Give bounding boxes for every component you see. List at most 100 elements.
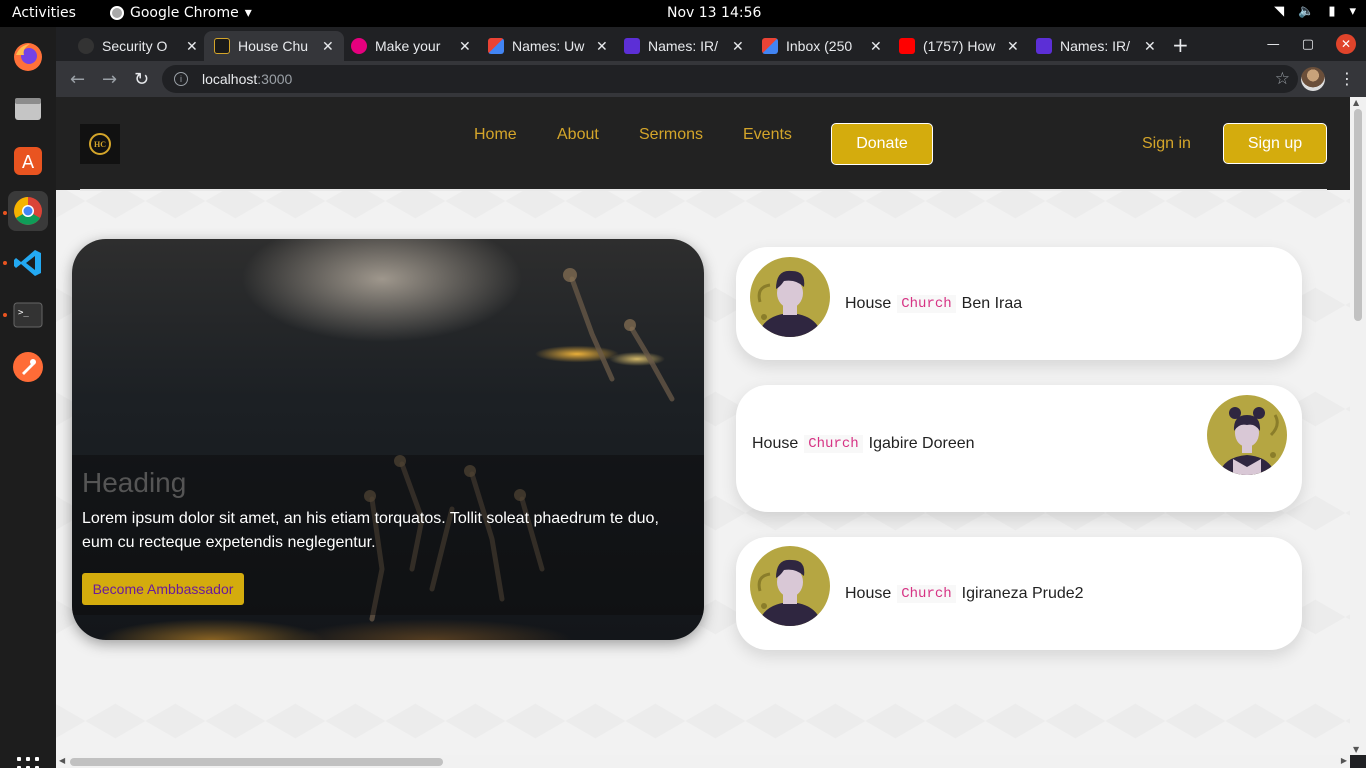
tab[interactable]: Names: IR/ ✕ [614,31,754,61]
postman-launcher[interactable] [8,347,48,387]
maximize-icon[interactable]: ▢ [1302,37,1314,52]
close-icon[interactable]: ✕ [1144,38,1156,55]
dock: A >_ [0,27,56,768]
svg-text:>_: >_ [18,308,29,318]
male-avatar [750,546,830,626]
horizontal-scrollbar[interactable]: ◀ ▶ [56,755,1350,768]
member-label: House Church Igiraneza Prude2 [845,585,1084,603]
svg-text:A: A [22,152,35,173]
nav-about[interactable]: About [557,126,599,144]
hero-heading: Heading [82,467,187,498]
files-launcher[interactable] [8,89,48,129]
tab-title: Make your [375,38,441,54]
member-prefix: House [845,295,892,312]
tab[interactable]: Security O ✕ [68,31,208,61]
url-host: localhost [202,71,258,87]
nav-events[interactable]: Events [743,126,792,144]
vscode-launcher[interactable] [8,243,48,283]
bookmark-star-icon[interactable]: ☆ [1275,69,1290,89]
youtube-icon [899,38,915,54]
close-icon[interactable]: ✕ [870,38,882,55]
donate-button[interactable]: Donate [831,123,933,165]
member-card[interactable]: House Church Ben Iraa [736,247,1302,360]
scroll-up-icon[interactable]: ▲ [1353,98,1359,107]
firefox-launcher[interactable] [8,37,48,77]
scroll-thumb[interactable] [1354,109,1362,321]
become-ambassador-button[interactable]: Become Ambbassador [82,573,244,605]
app-store-icon: A [14,147,42,175]
nav-sermons[interactable]: Sermons [639,126,703,144]
system-top-bar: Activities Google Chrome ▾ Nov 13 14:56 … [0,0,1366,27]
member-name: Igiraneza Prude2 [961,585,1084,602]
close-icon[interactable]: ✕ [596,38,608,55]
close-icon[interactable]: ✕ [732,38,744,55]
app-menu[interactable]: Google Chrome ▾ [110,5,252,21]
info-icon[interactable]: i [174,72,188,86]
tab-title: Security O [102,38,168,54]
sign-up-button[interactable]: Sign up [1223,123,1327,164]
close-window-icon[interactable]: ✕ [1336,34,1356,54]
tab[interactable]: Make your ✕ [341,31,481,61]
scroll-down-icon[interactable]: ▼ [1353,745,1359,754]
tab-title: House Chu [238,38,309,54]
site-favicon [214,38,230,54]
tab-title: Inbox (250 [786,38,853,54]
close-icon[interactable]: ✕ [322,38,334,55]
tab[interactable]: Names: Uw ✕ [478,31,618,61]
url-port: :3000 [257,71,293,87]
site-logo[interactable]: HC [80,124,120,164]
scroll-right-icon[interactable]: ▶ [1341,756,1347,765]
close-icon[interactable]: ✕ [459,38,471,55]
tab-title: Names: Uw [512,38,585,54]
nav-home[interactable]: Home [474,126,517,144]
site-header: HC Home About Sermons Events Donate Sign… [56,97,1350,191]
running-indicator [3,261,7,265]
chrome-launcher[interactable] [8,191,48,231]
tab-title: (1757) How [923,38,996,54]
tab[interactable]: Inbox (250 ✕ [752,31,892,61]
header-divider [80,189,1327,191]
sign-in-link[interactable]: Sign in [1142,135,1191,153]
close-icon[interactable]: ✕ [186,38,198,55]
forward-icon[interactable]: → [102,69,117,90]
back-icon[interactable]: ← [70,69,85,90]
member-code: Church [897,585,956,603]
profile-avatar[interactable] [1301,67,1325,91]
gmail-icon [488,38,504,54]
chrome-window: Security O ✕ House Chu ✕ Make your ✕ Nam… [56,27,1366,768]
system-tray[interactable]: ◥ 🔈 ▮ ▾ [1274,4,1356,19]
member-card[interactable]: House Church Igiraneza Prude2 [736,537,1302,650]
gmail-icon [762,38,778,54]
scroll-left-icon[interactable]: ◀ [59,756,65,765]
minimize-icon[interactable]: — [1267,37,1280,52]
tab-title: Names: IR/ [1060,38,1131,54]
tab-title: Names: IR/ [648,38,719,54]
hero-card: Heading Lorem ipsum dolor sit amet, an h… [72,239,704,640]
tab[interactable]: (1757) How ✕ [889,31,1029,61]
menu-kebab-icon[interactable]: ⋮ [1339,69,1355,88]
member-name: Igabire Doreen [868,435,975,452]
page-viewport: HC Home About Sermons Events Donate Sign… [56,97,1350,755]
show-apps-icon[interactable] [17,757,39,768]
address-bar[interactable]: i localhost:3000 ☆ [162,65,1298,93]
close-icon[interactable]: ✕ [1007,38,1019,55]
terminal-icon: >_ [13,302,43,328]
docs-icon [624,38,640,54]
activities-button[interactable]: Activities [12,5,76,21]
wifi-icon: ◥ [1274,4,1285,19]
terminal-launcher[interactable]: >_ [8,295,48,335]
running-indicator [3,313,7,317]
tab-active[interactable]: House Chu ✕ [204,31,344,61]
reload-icon[interactable]: ↻ [134,69,149,90]
vscode-icon [14,250,41,276]
docs-icon [1036,38,1052,54]
vertical-scrollbar[interactable]: ▲ ▼ [1350,97,1366,755]
clock[interactable]: Nov 13 14:56 [667,5,761,21]
software-launcher[interactable]: A [8,141,48,181]
app-menu-label: Google Chrome [130,5,239,21]
tab[interactable]: Names: IR/ ✕ [1026,31,1166,61]
female-avatar [1207,395,1287,475]
member-card[interactable]: House Church Igabire Doreen [736,385,1302,512]
new-tab-button[interactable]: + [1172,33,1189,57]
scroll-thumb[interactable] [70,758,443,766]
